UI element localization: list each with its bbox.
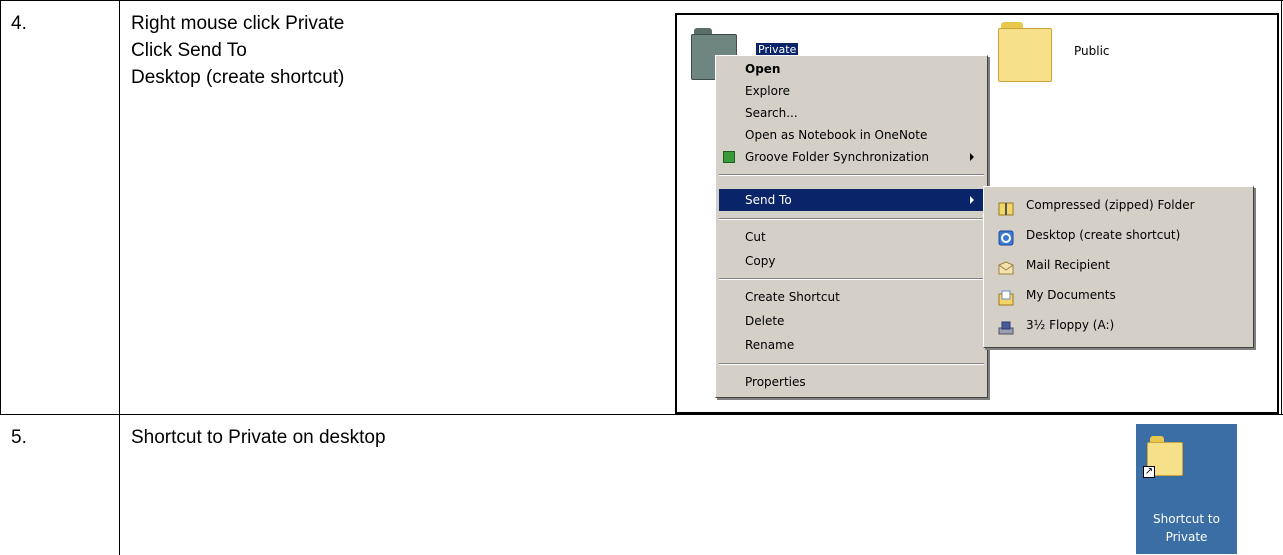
shortcut-label-line: Private [1165, 530, 1208, 544]
menu-item-explore[interactable]: Explore [719, 80, 984, 102]
step-instructions: Shortcut to Private on desktop [131, 424, 386, 451]
instruction-line: Click Send To [131, 40, 247, 61]
menu-separator [719, 363, 984, 365]
table-column-divider [119, 0, 120, 555]
menu-item-create-shortcut[interactable]: Create Shortcut [719, 286, 984, 308]
table-border-left [0, 0, 1, 414]
submenu-item-label: Compressed (zipped) Folder [1026, 198, 1195, 212]
table-border-right [1281, 0, 1282, 414]
public-folder-label[interactable]: Public [1074, 44, 1110, 58]
submenu-arrow-icon [970, 153, 974, 161]
zip-folder-icon [998, 197, 1014, 216]
groove-icon [723, 151, 735, 163]
submenu-item-mail-recipient[interactable]: Mail Recipient [988, 250, 1250, 280]
context-menu: Open Explore Search... Open as Notebook … [715, 55, 988, 398]
submenu-item-label: My Documents [1026, 288, 1116, 302]
step-instructions: Right mouse click Private Click Send To … [131, 10, 344, 91]
desktop-icon [998, 227, 1014, 246]
menu-item-properties[interactable]: Properties [719, 371, 984, 393]
menu-item-delete[interactable]: Delete [719, 310, 984, 332]
submenu-item-compressed-folder[interactable]: Compressed (zipped) Folder [988, 190, 1250, 220]
menu-item-groove-sync[interactable]: Groove Folder Synchronization [719, 146, 984, 168]
menu-item-cut[interactable]: Cut [719, 226, 984, 248]
submenu-item-my-documents[interactable]: My Documents [988, 280, 1250, 310]
submenu-item-label: 3½ Floppy (A:) [1026, 318, 1115, 332]
submenu-item-label: Desktop (create shortcut) [1026, 228, 1181, 242]
menu-separator [719, 174, 984, 176]
menu-separator [719, 218, 984, 220]
table-border-top [0, 0, 1283, 1]
submenu-item-label: Mail Recipient [1026, 258, 1110, 272]
submenu-arrow-icon [970, 196, 974, 204]
menu-item-label: Send To [745, 193, 792, 207]
menu-item-label: Groove Folder Synchronization [745, 150, 929, 164]
menu-item-rename[interactable]: Rename [719, 334, 984, 356]
my-documents-icon [998, 287, 1014, 306]
submenu-item-desktop-shortcut[interactable]: Desktop (create shortcut) [988, 220, 1250, 250]
menu-item-copy[interactable]: Copy [719, 250, 984, 272]
public-folder-icon[interactable] [998, 22, 1054, 84]
floppy-drive-icon [998, 317, 1014, 335]
menu-item-open[interactable]: Open [719, 58, 984, 80]
menu-item-send-to[interactable]: Send To [719, 189, 984, 211]
instruction-line: Shortcut to Private on desktop [131, 427, 386, 448]
instruction-line: Right mouse click Private [131, 13, 345, 34]
instruction-line: Desktop (create shortcut) [131, 67, 345, 88]
menu-item-search[interactable]: Search... [719, 102, 984, 124]
table-row-divider [0, 414, 1283, 415]
shortcut-label: Shortcut to Private [1136, 510, 1237, 546]
menu-item-open-onenote[interactable]: Open as Notebook in OneNote [719, 124, 984, 146]
send-to-submenu: Compressed (zipped) Folder Desktop (crea… [983, 186, 1254, 348]
mail-icon [998, 257, 1014, 275]
shortcut-arrow-icon: ↗ [1143, 466, 1155, 478]
step-number: 5. [11, 427, 27, 448]
shortcut-label-line: Shortcut to [1153, 512, 1220, 526]
menu-separator [719, 278, 984, 280]
submenu-item-floppy[interactable]: 3½ Floppy (A:) [988, 310, 1250, 340]
step-number: 4. [11, 13, 27, 34]
